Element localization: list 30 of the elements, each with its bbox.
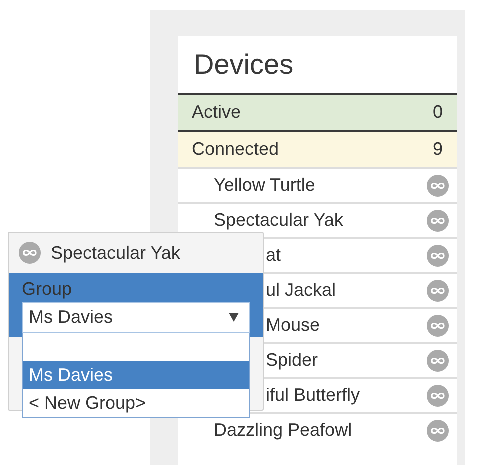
status-label: Connected xyxy=(192,139,280,160)
infinity-icon xyxy=(427,280,449,302)
device-name: iful Butterfly xyxy=(266,385,360,406)
popup-title: Spectacular Yak xyxy=(51,242,180,264)
device-name: at xyxy=(266,245,282,266)
device-name: Spider xyxy=(266,350,318,371)
device-row[interactable]: Yellow Turtle xyxy=(178,167,457,202)
infinity-icon xyxy=(427,384,449,406)
caret-icon xyxy=(229,313,239,322)
device-name: Dazzling Peafowl xyxy=(214,420,352,441)
group-select[interactable]: Ms Davies xyxy=(22,302,250,333)
status-count: 0 xyxy=(432,102,443,123)
status-row[interactable]: Connected 9 xyxy=(178,130,457,167)
infinity-icon xyxy=(427,420,449,442)
panel-title: Devices xyxy=(193,48,295,82)
status-count: 9 xyxy=(432,139,443,160)
infinity-icon xyxy=(427,314,449,336)
dropdown-option[interactable]: Ms Davies xyxy=(23,361,249,389)
infinity-icon xyxy=(427,350,449,372)
device-name: ul Jackal xyxy=(266,280,336,301)
infinity-icon xyxy=(427,174,449,196)
device-name: Spectacular Yak xyxy=(214,210,344,231)
device-name: Mouse xyxy=(266,315,320,336)
status-row[interactable]: Active 0 xyxy=(178,93,457,130)
infinity-icon xyxy=(427,210,449,232)
infinity-icon xyxy=(19,242,41,264)
field-label: Group xyxy=(22,279,74,300)
status-label: Active xyxy=(192,102,242,123)
device-name: Yellow Turtle xyxy=(214,175,316,196)
infinity-icon xyxy=(427,244,449,266)
